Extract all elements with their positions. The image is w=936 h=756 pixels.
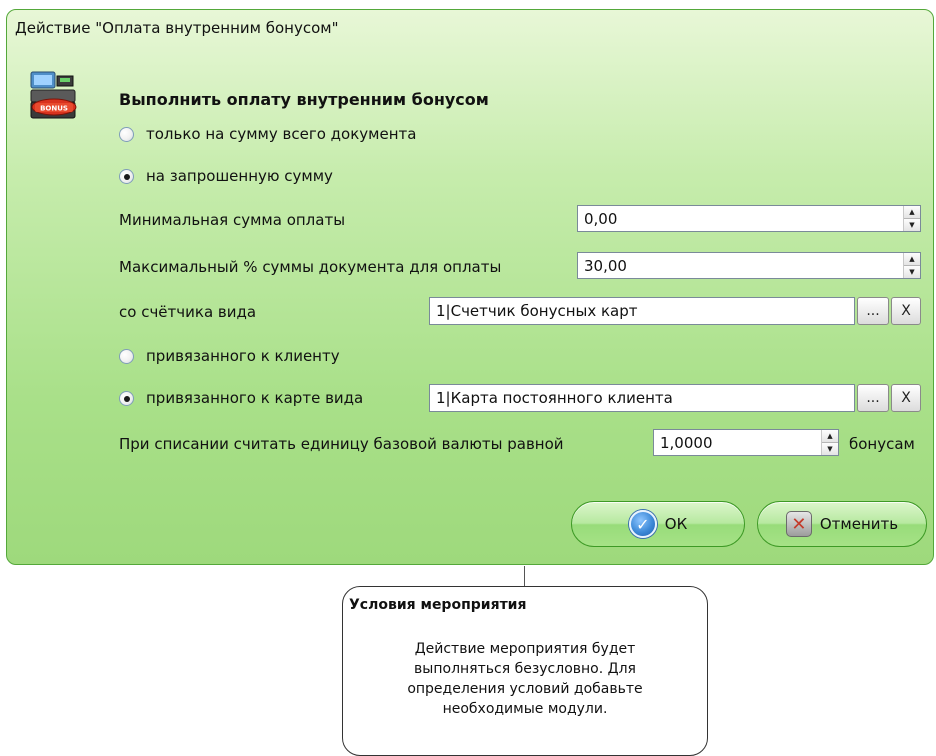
max-percent-spinner[interactable]: 30,00 ▲ ▼ <box>577 252 921 279</box>
checkmark-icon: ✓ <box>628 510 657 538</box>
spin-down-icon[interactable]: ▼ <box>904 219 920 231</box>
radio-bound-to-client-indicator[interactable] <box>119 348 134 364</box>
card-type-value[interactable]: 1|Карта постоянного клиента <box>429 384 855 412</box>
radio-full-document-indicator[interactable] <box>119 126 134 142</box>
radio-bound-to-card[interactable]: привязанного к карте вида <box>119 389 363 407</box>
max-percent-value[interactable]: 30,00 <box>578 257 903 275</box>
ok-button-label: ОК <box>664 515 688 533</box>
min-sum-value[interactable]: 0,00 <box>578 210 903 228</box>
spin-up-icon[interactable]: ▲ <box>904 253 920 266</box>
rate-spin-buttons[interactable]: ▲ ▼ <box>821 430 838 455</box>
counter-lookup[interactable]: 1|Счетчик бонусных карт ... X <box>429 297 921 325</box>
max-percent-label: Максимальный % суммы документа для оплат… <box>119 258 502 276</box>
pos-terminal-bonus-icon: BONUS <box>29 70 79 122</box>
spin-up-icon[interactable]: ▲ <box>904 206 920 219</box>
rate-value[interactable]: 1,0000 <box>654 434 821 452</box>
radio-requested-sum-indicator[interactable] <box>119 168 134 184</box>
spin-down-icon[interactable]: ▼ <box>904 266 920 278</box>
min-sum-label: Минимальная сумма оплаты <box>119 211 346 229</box>
rate-spinner[interactable]: 1,0000 ▲ ▼ <box>653 429 839 456</box>
min-sum-spinner[interactable]: 0,00 ▲ ▼ <box>577 205 921 232</box>
card-type-lookup[interactable]: 1|Карта постоянного клиента ... X <box>429 384 921 412</box>
radio-requested-sum-label: на запрошенную сумму <box>146 167 333 185</box>
dialog-heading: Выполнить оплату внутренним бонусом <box>119 90 489 109</box>
dialog-title: Действие "Оплата внутренним бонусом" <box>15 19 339 37</box>
radio-bound-to-card-indicator[interactable] <box>119 390 134 406</box>
tooltip-title: Условия мероприятия <box>349 597 527 613</box>
action-dialog: Действие "Оплата внутренним бонусом" BON… <box>6 9 934 565</box>
spin-down-icon[interactable]: ▼ <box>822 443 838 455</box>
conditions-tooltip: Условия мероприятия Действие мероприятия… <box>342 586 708 756</box>
card-type-clear-button[interactable]: X <box>891 384 921 412</box>
radio-bound-to-client-label: привязанного к клиенту <box>146 347 340 365</box>
radio-bound-to-client[interactable]: привязанного к клиенту <box>119 347 340 365</box>
card-type-browse-button[interactable]: ... <box>857 384 889 412</box>
max-percent-spin-buttons[interactable]: ▲ ▼ <box>903 253 920 278</box>
radio-full-document-label: только на сумму всего документа <box>146 125 417 143</box>
spin-up-icon[interactable]: ▲ <box>822 430 838 443</box>
rate-label: При списании считать единицу базовой вал… <box>119 435 564 453</box>
ok-button[interactable]: ✓ ОК <box>571 501 745 547</box>
counter-value[interactable]: 1|Счетчик бонусных карт <box>429 297 855 325</box>
counter-browse-button[interactable]: ... <box>857 297 889 325</box>
min-sum-spin-buttons[interactable]: ▲ ▼ <box>903 206 920 231</box>
rate-suffix: бонусам <box>849 435 915 453</box>
tooltip-body: Действие мероприятия будет выполняться б… <box>407 641 643 717</box>
cancel-x-icon: ✕ <box>785 511 812 537</box>
radio-bound-to-card-label: привязанного к карте вида <box>146 389 364 407</box>
radio-full-document[interactable]: только на сумму всего документа <box>119 125 416 143</box>
radio-requested-sum[interactable]: на запрошенную сумму <box>119 167 333 185</box>
cancel-button-label: Отменить <box>819 515 899 533</box>
counter-clear-button[interactable]: X <box>891 297 921 325</box>
cancel-button[interactable]: ✕ Отменить <box>757 501 927 547</box>
svg-text:BONUS: BONUS <box>40 105 68 113</box>
counter-label: со счётчика вида <box>119 303 257 321</box>
tooltip-connector <box>524 566 525 588</box>
